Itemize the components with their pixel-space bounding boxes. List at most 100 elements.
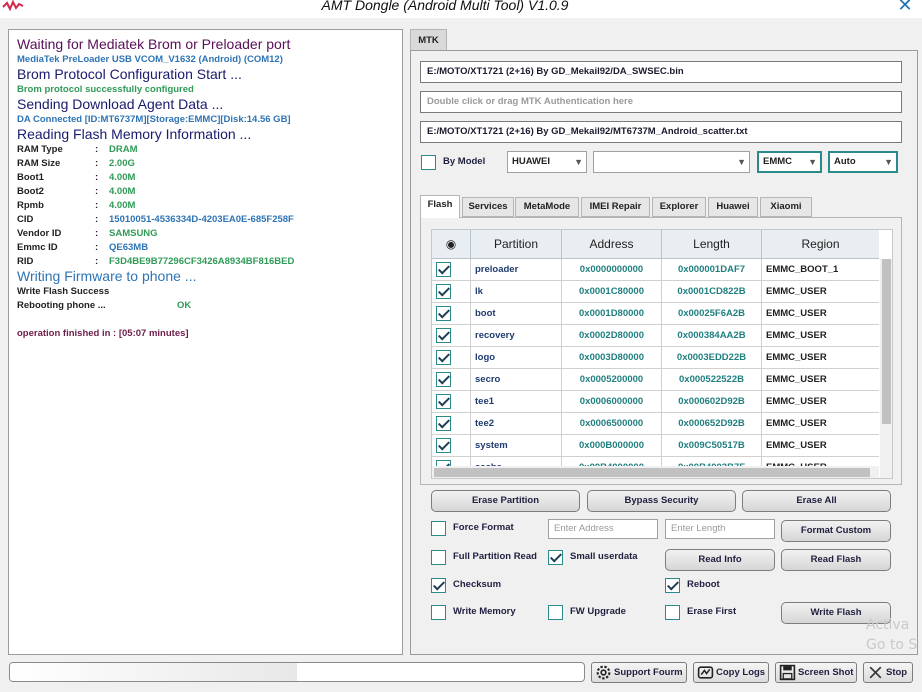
scrollbar-thumb[interactable] [434, 468, 870, 477]
copy-logs-button[interactable]: Copy Logs [693, 662, 769, 683]
fw-upgrade-checkbox[interactable] [548, 605, 563, 620]
force-format-checkbox[interactable] [431, 521, 446, 536]
scrollbar-thumb[interactable] [882, 259, 891, 424]
info-separator: : [95, 200, 99, 211]
table-row[interactable]: recovery 0x0002D80000 0x000384AA2B EMMC_USE… [432, 325, 879, 347]
row-select-cell [432, 435, 471, 457]
enter-address-input[interactable]: Enter Address [548, 519, 658, 539]
table-row[interactable]: logo 0x0003D80000 0x0003EDD22B EMMC_USER [432, 347, 879, 369]
row-checkbox[interactable] [436, 306, 451, 321]
column-header-region[interactable]: Region [762, 230, 879, 259]
tab-flash[interactable]: Flash [420, 195, 460, 218]
info-label: Vendor ID [17, 228, 62, 239]
erase-all-button[interactable]: Erase All [742, 490, 891, 512]
info-value: 15010051-4536334D-4203EA0E-685F258F [109, 214, 294, 225]
by-model-checkbox[interactable] [421, 155, 436, 170]
mode-select-value: Auto [834, 156, 856, 167]
select-all-radio[interactable]: ◉ [432, 230, 471, 259]
row-checkbox[interactable] [436, 284, 451, 299]
format-custom-button[interactable]: Format Custom [781, 520, 891, 542]
small-userdata-checkbox[interactable] [548, 550, 563, 565]
scatter-file-path[interactable]: E:/MOTO/XT1721 (2+16) By GD_Mekail92/MT6… [420, 121, 902, 143]
table-row[interactable]: preloader 0x0000000000 0x000001DAF7 EMMC_BO… [432, 259, 879, 281]
row-select-cell [432, 391, 471, 413]
tab-huawei[interactable]: Huawei [708, 197, 758, 217]
read-flash-button[interactable]: Read Flash [781, 549, 891, 571]
log-line: Waiting for Mediatek Brom or Preloader p… [17, 36, 291, 52]
log-line: Reading Flash Memory Information ... [17, 126, 252, 142]
mode-select[interactable]: Auto ▼ [828, 151, 898, 173]
copy-logs-label: Copy Logs [716, 667, 766, 678]
log-line: Brom Protocol Configuration Start ... [17, 66, 242, 82]
tab-imei-repair[interactable]: IMEI Repair [581, 197, 650, 217]
da-file-path[interactable]: E:/MOTO/XT1721 (2+16) By GD_Mekail92/DA_… [420, 61, 902, 83]
watermark-line: Go to S [866, 637, 918, 653]
info-label: Boot2 [17, 186, 44, 197]
read-info-button[interactable]: Read Info [665, 549, 775, 571]
vertical-scrollbar[interactable] [880, 259, 892, 478]
table-row[interactable]: secro 0x0005200000 0x000522522B EMMC_USER [432, 369, 879, 391]
table-row[interactable]: lk 0x0001C80000 0x0001CD822B EMMC_USER [432, 281, 879, 303]
full-partition-read-checkbox[interactable] [431, 550, 446, 565]
column-header-address[interactable]: Address [562, 230, 662, 259]
row-checkbox[interactable] [436, 350, 451, 365]
horizontal-scrollbar[interactable] [432, 466, 879, 478]
partition-name-cell: boot [471, 303, 562, 325]
tab-metamode[interactable]: MetaMode [515, 197, 579, 217]
write-memory-checkbox[interactable] [431, 605, 446, 620]
log-line: Writing Firmware to phone ... [17, 268, 197, 284]
reboot-checkbox[interactable] [665, 578, 680, 593]
info-value: SAMSUNG [109, 228, 158, 239]
log-line: Rebooting phone ... [17, 300, 106, 311]
info-label: RAM Size [17, 158, 61, 169]
checksum-checkbox[interactable] [431, 578, 446, 593]
bypass-security-button[interactable]: Bypass Security [587, 490, 736, 512]
tab-explorer[interactable]: Explorer [652, 197, 706, 217]
model-select[interactable]: ▼ [593, 151, 750, 173]
close-button[interactable]: ✕ [892, 0, 918, 16]
support-forum-button[interactable]: Support Fourm [591, 662, 687, 683]
by-model-label: By Model [443, 156, 486, 167]
table-row[interactable]: boot 0x0001D80000 0x00025F6A2B EMMC_USER [432, 303, 879, 325]
row-select-cell [432, 259, 471, 281]
column-header-length[interactable]: Length [662, 230, 762, 259]
row-checkbox[interactable] [436, 394, 451, 409]
tab-services[interactable]: Services [462, 197, 514, 217]
chevron-down-icon: ▼ [808, 157, 817, 167]
enter-length-input[interactable]: Enter Length [665, 519, 775, 539]
write-memory-label: Write Memory [453, 606, 516, 617]
row-checkbox[interactable] [436, 262, 451, 277]
stop-button[interactable]: Stop [863, 662, 913, 683]
screen-shot-label: Screen Shot [798, 667, 854, 678]
erase-partition-button[interactable]: Erase Partition [431, 490, 580, 512]
partition-address-cell: 0x0003D80000 [562, 347, 662, 369]
save-icon [779, 664, 796, 681]
row-checkbox[interactable] [436, 372, 451, 387]
tab-mtk[interactable]: MTK [410, 29, 447, 51]
table-row[interactable]: system 0x000B000000 0x009C50517B EMMC_USER [432, 435, 879, 457]
table-row[interactable]: tee2 0x0006500000 0x000652D92B EMMC_USER [432, 413, 879, 435]
row-checkbox[interactable] [436, 438, 451, 453]
partition-region-cell: EMMC_USER [766, 396, 827, 407]
brand-select[interactable]: HUAWEI ▼ [507, 151, 587, 173]
progress-bar [9, 662, 585, 682]
row-select-cell [432, 281, 471, 303]
column-header-partition[interactable]: Partition [471, 230, 562, 259]
row-checkbox[interactable] [436, 416, 451, 431]
auth-file-field[interactable]: Double click or drag MTK Authentication … [420, 91, 902, 113]
erase-first-checkbox[interactable] [665, 605, 680, 620]
row-checkbox[interactable] [436, 328, 451, 343]
tab-xiaomi[interactable]: Xiaomi [760, 197, 812, 217]
table-row[interactable]: tee1 0x0006000000 0x000602D92B EMMC_USER [432, 391, 879, 413]
erase-first-label: Erase First [687, 606, 737, 617]
screen-shot-button[interactable]: Screen Shot [775, 662, 857, 683]
partition-address-cell: 0x0005200000 [562, 369, 662, 391]
checksum-label: Checksum [453, 579, 502, 590]
row-select-cell [432, 347, 471, 369]
info-separator: : [95, 144, 99, 155]
row-select-cell [432, 413, 471, 435]
storage-select[interactable]: EMMC ▼ [757, 151, 822, 173]
stop-label: Stop [886, 667, 908, 678]
partition-length-cell: 0x000602D92B [662, 391, 762, 413]
partition-address-cell: 0x0002D80000 [562, 325, 662, 347]
